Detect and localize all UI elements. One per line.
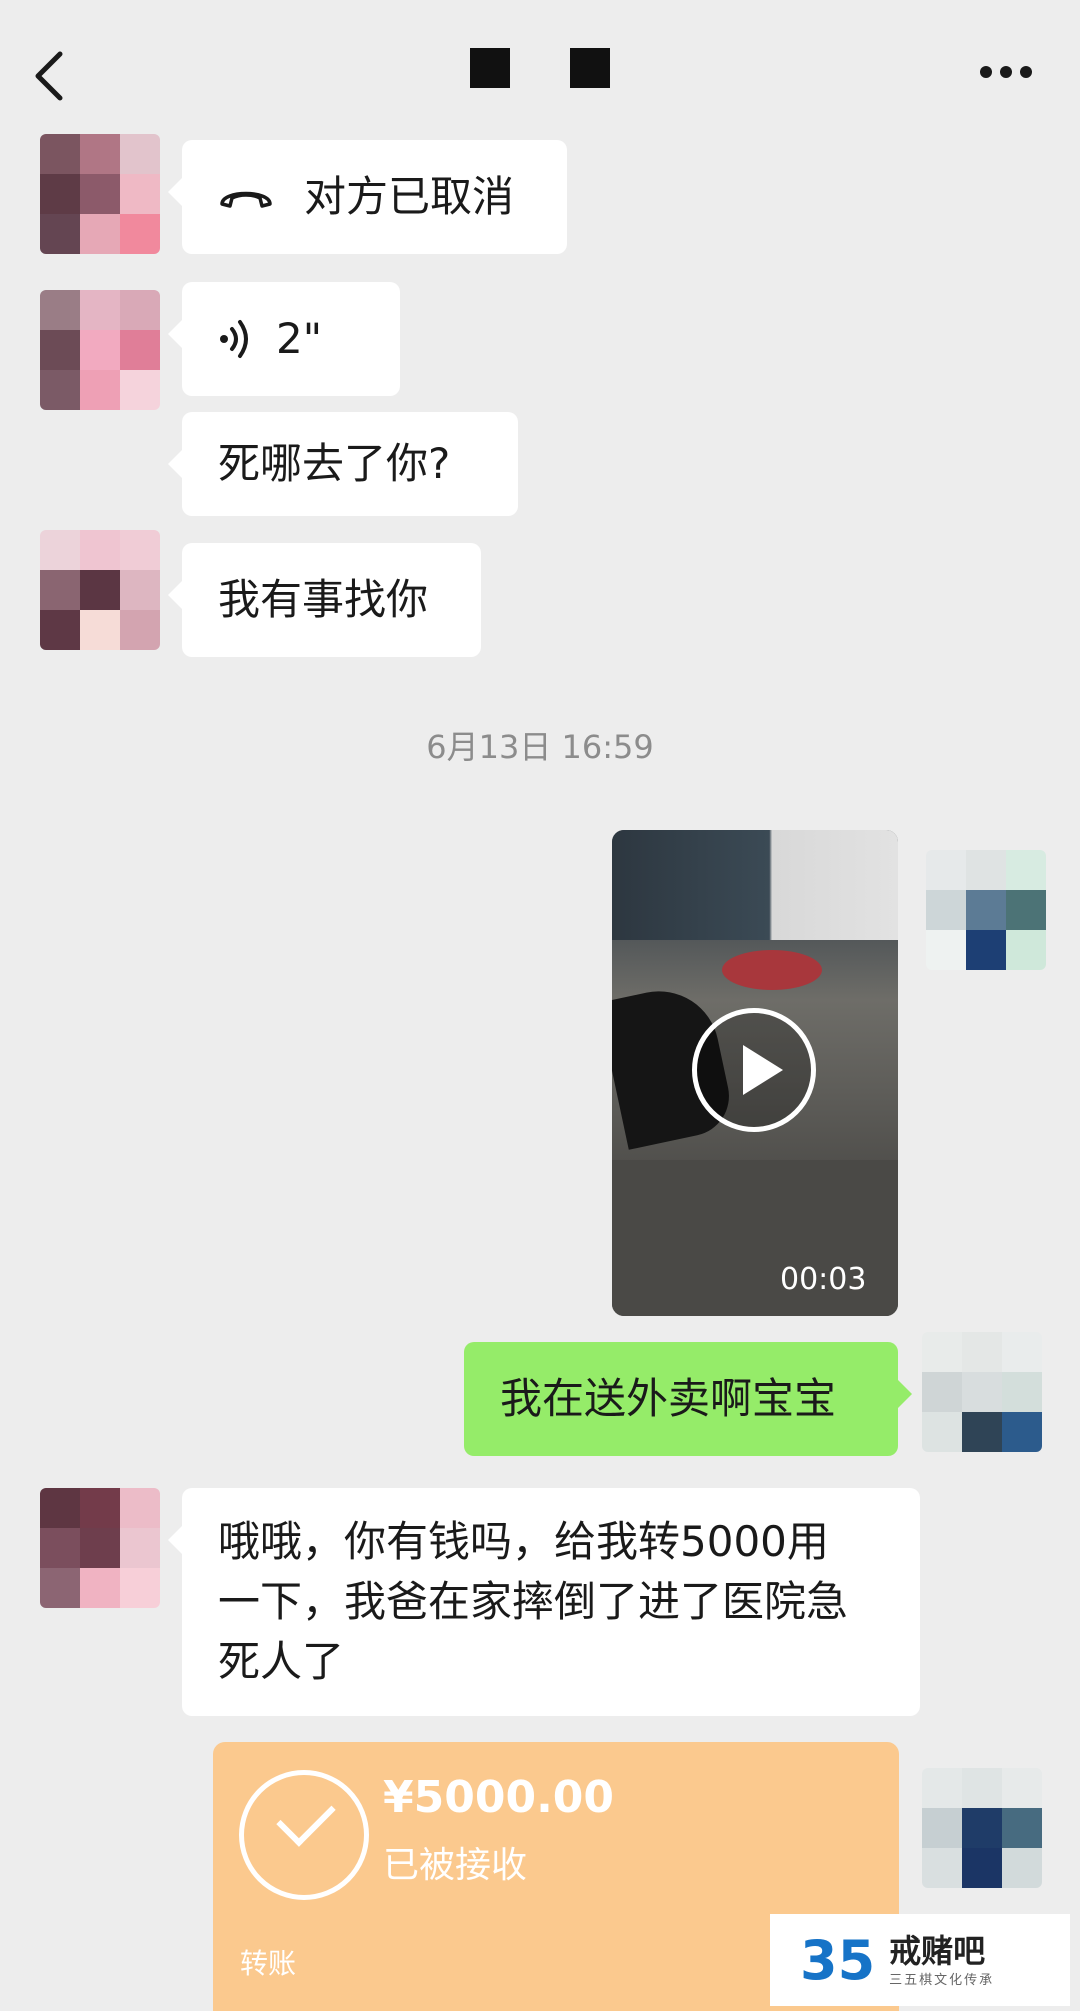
self-avatar[interactable] [926, 850, 1046, 970]
watermark-subtitle: 三五棋文化传承 [889, 1972, 995, 1988]
top-bar: ■ ■ [0, 0, 1080, 140]
avatar[interactable] [40, 530, 160, 650]
call-status-text: 对方已取消 [304, 172, 515, 221]
avatar[interactable] [40, 290, 160, 410]
message-text: 死哪去了你? [218, 439, 451, 488]
watermark-name: 戒赌吧 [889, 1931, 986, 1970]
voice-duration: 2" [276, 314, 323, 363]
check-icon [239, 1770, 369, 1900]
play-icon[interactable] [692, 1008, 816, 1132]
message-text-line: 一下，我爸在家摔倒了进了医院急 [218, 1577, 849, 1626]
title-block-2 [570, 48, 610, 88]
transfer-status: 已被接收 [383, 1845, 528, 1886]
call-status-bubble[interactable]: 对方已取消 [168, 140, 567, 254]
message-bubble[interactable]: 我有事找你 [168, 543, 481, 657]
transfer-amount: ¥5000.00 [383, 1772, 615, 1823]
more-icon[interactable] [980, 60, 1040, 84]
message-text: 我在送外卖啊宝宝 [500, 1374, 837, 1423]
chat-title-text: ■ ■ [470, 48, 471, 49]
watermark: 35 戒赌吧 三五棋文化传承 [770, 1914, 1070, 2006]
timestamp: 6月13日 16:59 [426, 728, 654, 766]
sent-message-bubble[interactable]: 我在送外卖啊宝宝 [464, 1342, 912, 1456]
avatar[interactable] [40, 1488, 160, 1608]
voice-message-bubble[interactable]: 2" [168, 282, 400, 396]
voice-icon [218, 319, 252, 359]
self-avatar[interactable] [922, 1768, 1042, 1888]
video-duration: 00:03 [780, 1262, 867, 1297]
video-thumbnail-wall [612, 830, 898, 940]
title-block-1 [470, 48, 510, 88]
self-avatar[interactable] [922, 1332, 1042, 1452]
avatar[interactable] [40, 134, 160, 254]
message-bubble[interactable]: 死哪去了你? [168, 412, 518, 516]
phone-hangup-icon [218, 182, 274, 212]
transfer-label: 转账 [240, 1947, 297, 1980]
message-text-line: 哦哦，你有钱吗，给我转5000用 [218, 1517, 829, 1566]
chat-title: ■ ■ [470, 48, 610, 92]
watermark-logo-number: 35 [800, 1928, 876, 1992]
watermark-logo: 35 [800, 1929, 875, 1992]
message-text: 我有事找你 [218, 575, 429, 624]
back-icon[interactable] [30, 48, 70, 104]
message-bubble-long[interactable]: 哦哦，你有钱吗，给我转5000用 一下，我爸在家摔倒了进了医院急 死人了 [168, 1488, 920, 1716]
video-thumbnail-mat [722, 950, 822, 990]
message-text-line: 死人了 [218, 1637, 345, 1686]
